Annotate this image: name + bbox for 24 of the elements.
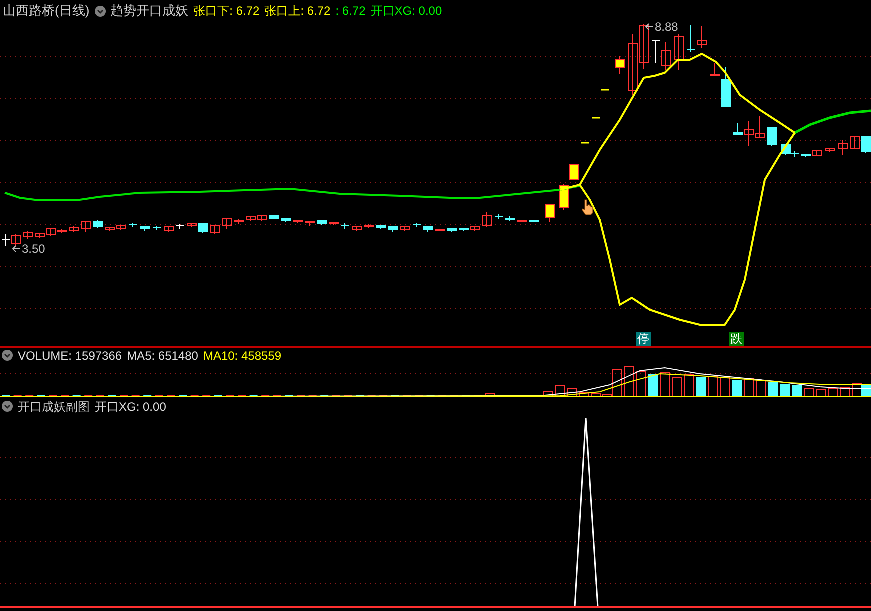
indicator-value: VOLUME: 1597366 [18, 348, 122, 364]
indicator-value: 开口XG: 0.00 [370, 3, 442, 20]
high-price-label: 8.88 [655, 19, 678, 36]
price-dash [592, 117, 600, 119]
price-dash [601, 89, 609, 91]
low-price-label: 3.50 [22, 241, 46, 258]
chevron-icon[interactable] [94, 6, 106, 16]
hand-cursor-icon [582, 199, 594, 215]
arrow-icon [12, 245, 21, 253]
indicator-value: : 6.72 [336, 3, 366, 20]
indicator-value: 张口下: 6.72 [194, 3, 260, 20]
panel-title: 开口成妖副图 [18, 398, 90, 416]
indicator-value: 开口XG: 0.00 [95, 398, 166, 416]
chevron-icon[interactable] [2, 401, 13, 412]
indicator-value: MA5: 651480 [127, 348, 198, 364]
signal-badge: 跌 [729, 332, 744, 346]
chevron-icon[interactable] [2, 350, 13, 361]
indicator-name: 趋势开口成妖 [110, 2, 189, 20]
indicator-value: 张口上: 6.72 [264, 3, 331, 20]
signal-badge: 停 [636, 332, 651, 346]
indicator-value: MA10: 458559 [203, 348, 282, 364]
chart-title: 山西路桥(日线) [3, 2, 90, 20]
arrow-icon [645, 23, 654, 31]
price-dash [581, 142, 589, 144]
